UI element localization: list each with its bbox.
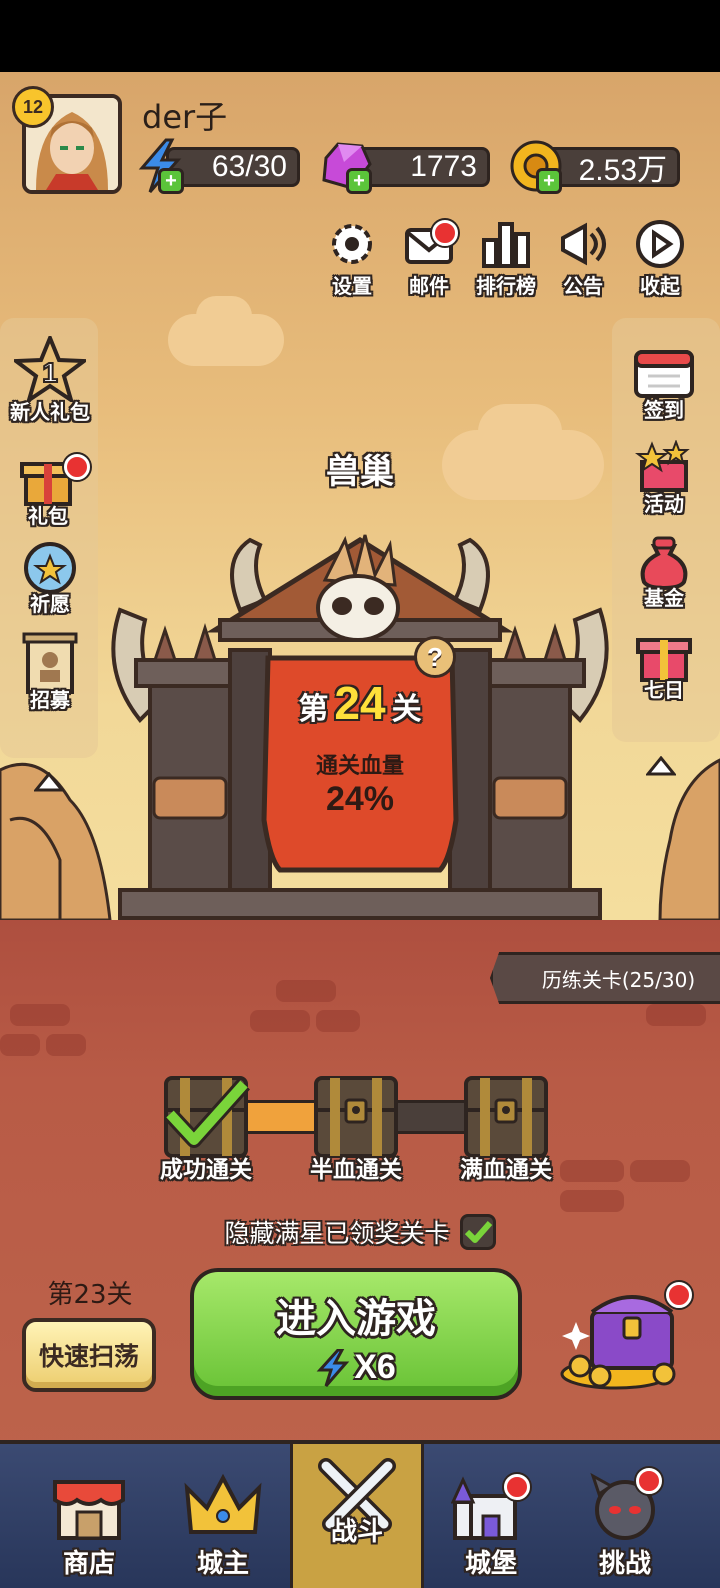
- challenge-notification-dot: [636, 1468, 662, 1494]
- gift-pack-notification-dot: [64, 454, 90, 480]
- nav-lord[interactable]: 城主: [156, 1444, 290, 1588]
- newbie-pack-label: 新人礼包: [10, 400, 90, 424]
- ground-brick: [250, 1010, 310, 1032]
- chest-label: 半血通关: [310, 1157, 402, 1183]
- ground-brick: [276, 980, 336, 1002]
- seven-day-label: 七日: [644, 678, 684, 702]
- chest-icon[interactable]: [460, 1070, 552, 1162]
- fund-button[interactable]: 基金: [616, 534, 712, 611]
- ground-brick: [630, 1160, 690, 1182]
- shop-icon: [53, 1480, 125, 1540]
- nav-lord-label: 城主: [196, 1549, 249, 1579]
- ground-brick: [560, 1190, 624, 1212]
- mail-notification-dot: [432, 220, 458, 246]
- energy-value: 63/30: [211, 150, 287, 183]
- play-icon: [636, 220, 684, 268]
- announcement-label: 公告: [563, 274, 603, 298]
- hidden-star-text: 隐藏满星已领奖关卡: [224, 1219, 450, 1248]
- player-level-badge: 12: [12, 86, 54, 128]
- ranking-button[interactable]: 排行榜: [470, 218, 542, 298]
- crown-icon: [184, 1473, 262, 1534]
- ranking-label: 排行榜: [476, 274, 536, 298]
- stage-help-button[interactable]: ?: [414, 636, 456, 678]
- add-gold-button[interactable]: +: [536, 168, 562, 194]
- stage-number-row: 第 24 关: [264, 676, 456, 730]
- collapse-label: 收起: [640, 274, 680, 298]
- scroll-up-arrow-icon[interactable]: [646, 756, 676, 776]
- trial-stage-tag[interactable]: 历练关卡(25/30): [490, 952, 720, 1004]
- castle-notification-dot: [504, 1474, 530, 1500]
- player-name: der子: [142, 98, 228, 136]
- gold-value: 2.53万: [578, 154, 667, 187]
- chest-icon[interactable]: [310, 1070, 402, 1162]
- ranking-icon: [482, 222, 530, 268]
- gem-value: 1773: [410, 150, 477, 183]
- hidden-star-row: 隐藏满星已领奖关卡: [0, 1214, 720, 1250]
- stage-number: 24: [334, 677, 386, 729]
- nav-challenge-label: 挑战: [598, 1549, 651, 1579]
- enter-game-button[interactable]: 进入游戏 X6: [190, 1268, 522, 1400]
- nav-battle[interactable]: 战斗: [290, 1444, 424, 1588]
- announcement-button[interactable]: 公告: [547, 218, 619, 298]
- svg-text:1: 1: [42, 357, 58, 388]
- ground-brick: [0, 1034, 40, 1056]
- enter-game-cost: X6: [354, 1348, 396, 1386]
- lightning-icon: [316, 1348, 350, 1387]
- ground-brick: [46, 1034, 86, 1056]
- collapse-button[interactable]: 收起: [624, 218, 696, 298]
- treasure-notification-dot: [666, 1282, 692, 1308]
- recruit-label: 招募: [30, 688, 70, 712]
- add-energy-button[interactable]: +: [158, 168, 184, 194]
- wish-button[interactable]: 祈愿: [2, 540, 98, 617]
- chest-label: 成功通关: [160, 1157, 252, 1183]
- ground-brick: [316, 1010, 360, 1032]
- clear-hp-label: 通关血量: [315, 754, 404, 779]
- chest-label: 满血通关: [460, 1157, 552, 1183]
- recruit-button[interactable]: 招募: [2, 632, 98, 713]
- settings-button[interactable]: 设置: [316, 218, 388, 298]
- stage-name: 兽巢: [326, 452, 394, 492]
- checkin-button[interactable]: 签到: [616, 346, 712, 423]
- newbie-pack-button[interactable]: 1 新人礼包: [2, 336, 98, 425]
- enter-game-cost-row: X6: [194, 1348, 518, 1387]
- stage-suffix: 关: [391, 692, 422, 727]
- quick-sweep-button[interactable]: 快速扫荡: [22, 1318, 156, 1392]
- checkin-label: 签到: [644, 398, 684, 422]
- hidden-star-checkbox[interactable]: [459, 1214, 496, 1250]
- sweep-stage-label: 第23关: [47, 1280, 133, 1310]
- chest-icon[interactable]: [160, 1070, 252, 1162]
- ground-brick: [646, 1004, 706, 1026]
- fund-label: 基金: [644, 586, 684, 610]
- star-1-icon: 1: [14, 336, 86, 402]
- cloud: [196, 296, 252, 336]
- nav-shop-label: 商店: [62, 1549, 115, 1579]
- game-screen: 12 der子 63/30 + 1773 + 2.53万 + 设置 邮件 排行榜…: [0, 0, 720, 1588]
- mail-label: 邮件: [409, 274, 449, 298]
- nav-castle[interactable]: 城堡: [424, 1444, 558, 1588]
- trial-stage-label: 历练关卡(25/30): [541, 967, 696, 992]
- seven-day-button[interactable]: 七日: [616, 630, 712, 703]
- gift-pack-label: 礼包: [28, 504, 68, 528]
- scroll-up-arrow-icon[interactable]: [34, 772, 64, 792]
- wish-label: 祈愿: [30, 592, 70, 616]
- add-gems-button[interactable]: +: [346, 168, 372, 194]
- nav-shop[interactable]: 商店: [22, 1444, 156, 1588]
- settings-label: 设置: [332, 274, 372, 298]
- quick-sweep-label: 快速扫荡: [38, 1342, 139, 1371]
- calendar-icon: [634, 350, 694, 398]
- clear-hp-value: 24%: [325, 780, 395, 818]
- megaphone-icon: [561, 222, 606, 266]
- status-bar: [0, 0, 720, 72]
- stage-prefix: 第: [298, 692, 329, 727]
- ground-brick: [10, 1004, 70, 1026]
- stage-banner: 第 24 关 通关血量 24%: [264, 676, 456, 819]
- nav-challenge[interactable]: 挑战: [558, 1444, 692, 1588]
- nav-battle-label: 战斗: [330, 1517, 383, 1547]
- enter-game-label: 进入游戏: [276, 1296, 436, 1342]
- gear-icon: [332, 224, 372, 264]
- nav-castle-label: 城堡: [464, 1549, 517, 1579]
